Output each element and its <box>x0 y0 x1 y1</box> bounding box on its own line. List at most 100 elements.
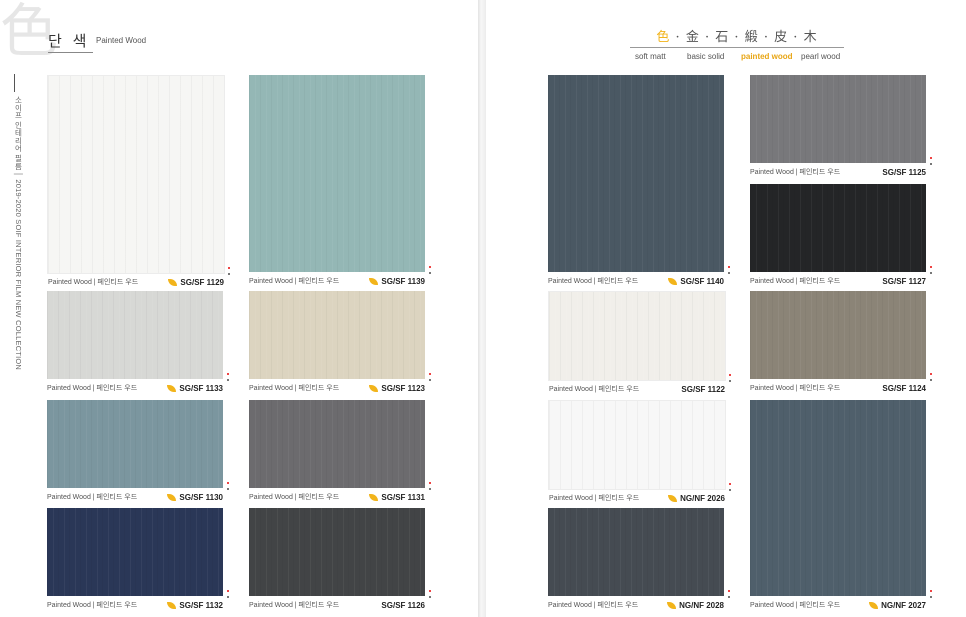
wood-grain-texture <box>48 76 224 273</box>
marker-dot <box>930 373 932 375</box>
wood-grain-texture <box>249 508 425 596</box>
marker-dot <box>227 482 229 484</box>
caption-brand: Painted Wood | 페인티드 우드 <box>548 602 639 609</box>
wood-grain-texture <box>249 400 425 488</box>
product-code: SG/SF 1123 <box>369 383 425 395</box>
product-code: SG/SF 1129 <box>168 277 224 289</box>
eco-leaf-icon <box>167 385 177 392</box>
section-subtitle: Painted Wood <box>96 36 147 45</box>
marker-dot <box>227 590 229 592</box>
product-code: SG/SF 1131 <box>369 492 425 504</box>
marker-dot <box>227 596 229 598</box>
swatch-sg-sf-1139: Painted Wood | 페인티드 우드 SG/SF 1139 <box>249 75 431 286</box>
swatch-sg-sf-1123: Painted Wood | 페인티드 우드 SG/SF 1123 <box>249 291 431 393</box>
marker-dot <box>930 163 932 165</box>
caption-brand: Painted Wood | 페인티드 우드 <box>750 385 841 392</box>
eco-leaf-icon <box>167 494 177 501</box>
wood-grain-texture <box>47 400 223 488</box>
caption-brand: Painted Wood | 페인티드 우드 <box>548 278 639 285</box>
cat-sep: · <box>704 30 711 45</box>
eco-leaf-icon <box>668 495 678 502</box>
swatch-caption: Painted Wood | 페인티드 우드 SG/SF 1126 <box>249 600 425 612</box>
marker-dot <box>429 272 431 274</box>
category-soft-matt: soft matt <box>635 52 666 61</box>
marker-dot <box>227 373 229 375</box>
product-code: SG/SF 1140 <box>668 276 724 288</box>
swatch-sg-sf-1133: Painted Wood | 페인티드 우드 SG/SF 1133 <box>47 291 229 393</box>
marker-dot <box>728 596 730 598</box>
product-code: SG/SF 1139 <box>369 276 425 288</box>
collection-vertical-text: 소이프 인테리어 필름 │ 2019-2020 SOIF INTERIOR FI… <box>14 96 23 371</box>
swatch-caption: Painted Wood | 페인티드 우드 SG/SF 1130 <box>47 492 223 504</box>
marker-dot <box>729 483 731 485</box>
product-code: NG/NF 2027 <box>869 600 926 612</box>
wood-grain-texture <box>750 184 926 272</box>
product-code: SG/SF 1132 <box>167 600 223 612</box>
marker-dot <box>227 379 229 381</box>
swatch-caption: Painted Wood | 페인티드 우드 SG/SF 1129 <box>48 277 224 289</box>
cat-hanja: 緞 <box>744 30 759 45</box>
caption-brand: Painted Wood | 페인티드 우드 <box>47 385 138 392</box>
product-code: SG/SF 1125 <box>882 168 926 177</box>
caption-brand: Painted Wood | 페인티드 우드 <box>48 279 139 286</box>
swatch-sg-sf-1129: Painted Wood | 페인티드 우드 SG/SF 1129 <box>47 75 230 287</box>
marker-dot <box>729 380 731 382</box>
swatch-sg-sf-1127: Painted Wood | 페인티드 우드 SG/SF 1127 <box>750 184 932 286</box>
marker-dot <box>728 266 730 268</box>
swatch-sg-sf-1124: Painted Wood | 페인티드 우드 SG/SF 1124 <box>750 291 932 393</box>
eco-leaf-icon <box>167 602 177 609</box>
cat-hanja: 金 <box>685 30 700 45</box>
caption-brand: Painted Wood | 페인티드 우드 <box>750 169 841 176</box>
cat-hanja: 石 <box>715 30 730 45</box>
product-code: SG/SF 1130 <box>167 492 223 504</box>
marker-dot <box>729 489 731 491</box>
cat-hanja: 木 <box>803 30 818 45</box>
swatch-caption: Painted Wood | 페인티드 우드 SG/SF 1131 <box>249 492 425 504</box>
eco-leaf-icon <box>869 602 879 609</box>
wood-grain-texture <box>549 292 725 380</box>
marker-dot <box>228 267 230 269</box>
cat-sep: · <box>763 30 769 45</box>
vertical-divider <box>14 74 15 92</box>
caption-brand: Painted Wood | 페인티드 우드 <box>549 386 640 393</box>
category-pearl-wood: pearl wood <box>801 52 841 61</box>
product-code: NG/NF 2028 <box>667 600 724 612</box>
eco-leaf-icon <box>369 385 379 392</box>
swatch-caption: Painted Wood | 페인티드 우드 NG/NF 2028 <box>548 600 724 612</box>
caption-brand: Painted Wood | 페인티드 우드 <box>249 602 340 609</box>
category-painted-wood: painted wood <box>741 52 793 61</box>
swatch-sg-sf-1125: Painted Wood | 페인티드 우드 SG/SF 1125 <box>750 75 932 177</box>
wood-grain-texture <box>47 291 223 379</box>
marker-dot <box>429 488 431 490</box>
marker-dot <box>728 590 730 592</box>
swatch-sg-sf-1130: Painted Wood | 페인티드 우드 SG/SF 1130 <box>47 400 229 502</box>
swatch-sg-sf-1140: Painted Wood | 페인티드 우드 SG/SF 1140 <box>548 75 730 286</box>
swatch-caption: Painted Wood | 페인티드 우드 SG/SF 1123 <box>249 383 425 395</box>
caption-brand: Painted Wood | 페인티드 우드 <box>249 494 340 501</box>
swatch-caption: Painted Wood | 페인티드 우드 SG/SF 1139 <box>249 276 425 288</box>
marker-dot <box>930 379 932 381</box>
caption-brand: Painted Wood | 페인티드 우드 <box>249 278 340 285</box>
wood-grain-texture <box>548 75 724 272</box>
marker-dot <box>429 482 431 484</box>
swatch-sg-sf-1131: Painted Wood | 페인티드 우드 SG/SF 1131 <box>249 400 431 502</box>
product-code: SG/SF 1133 <box>167 383 223 395</box>
caption-brand: Painted Wood | 페인티드 우드 <box>47 602 138 609</box>
swatch-ng-nf-2028: Painted Wood | 페인티드 우드 NG/NF 2028 <box>548 508 730 610</box>
marker-dot <box>227 488 229 490</box>
category-underline <box>630 47 844 48</box>
swatch-caption: Painted Wood | 페인티드 우드 SG/SF 1140 <box>548 276 724 288</box>
marker-dot <box>228 273 230 275</box>
marker-dot <box>429 596 431 598</box>
section-title: 단 색 <box>48 30 94 53</box>
marker-dot <box>930 590 932 592</box>
marker-dot <box>429 266 431 268</box>
eco-leaf-icon <box>668 278 678 285</box>
wood-grain-texture <box>750 400 926 596</box>
swatch-ng-nf-2026: Painted Wood | 페인티드 우드 NG/NF 2026 <box>548 400 731 503</box>
caption-brand: Painted Wood | 페인티드 우드 <box>750 278 841 285</box>
swatch-sg-sf-1122: Painted Wood | 페인티드 우드 SG/SF 1122 <box>548 291 731 394</box>
caption-brand: Painted Wood | 페인티드 우드 <box>750 602 841 609</box>
caption-brand: Painted Wood | 페인티드 우드 <box>249 385 340 392</box>
marker-dot <box>930 266 932 268</box>
